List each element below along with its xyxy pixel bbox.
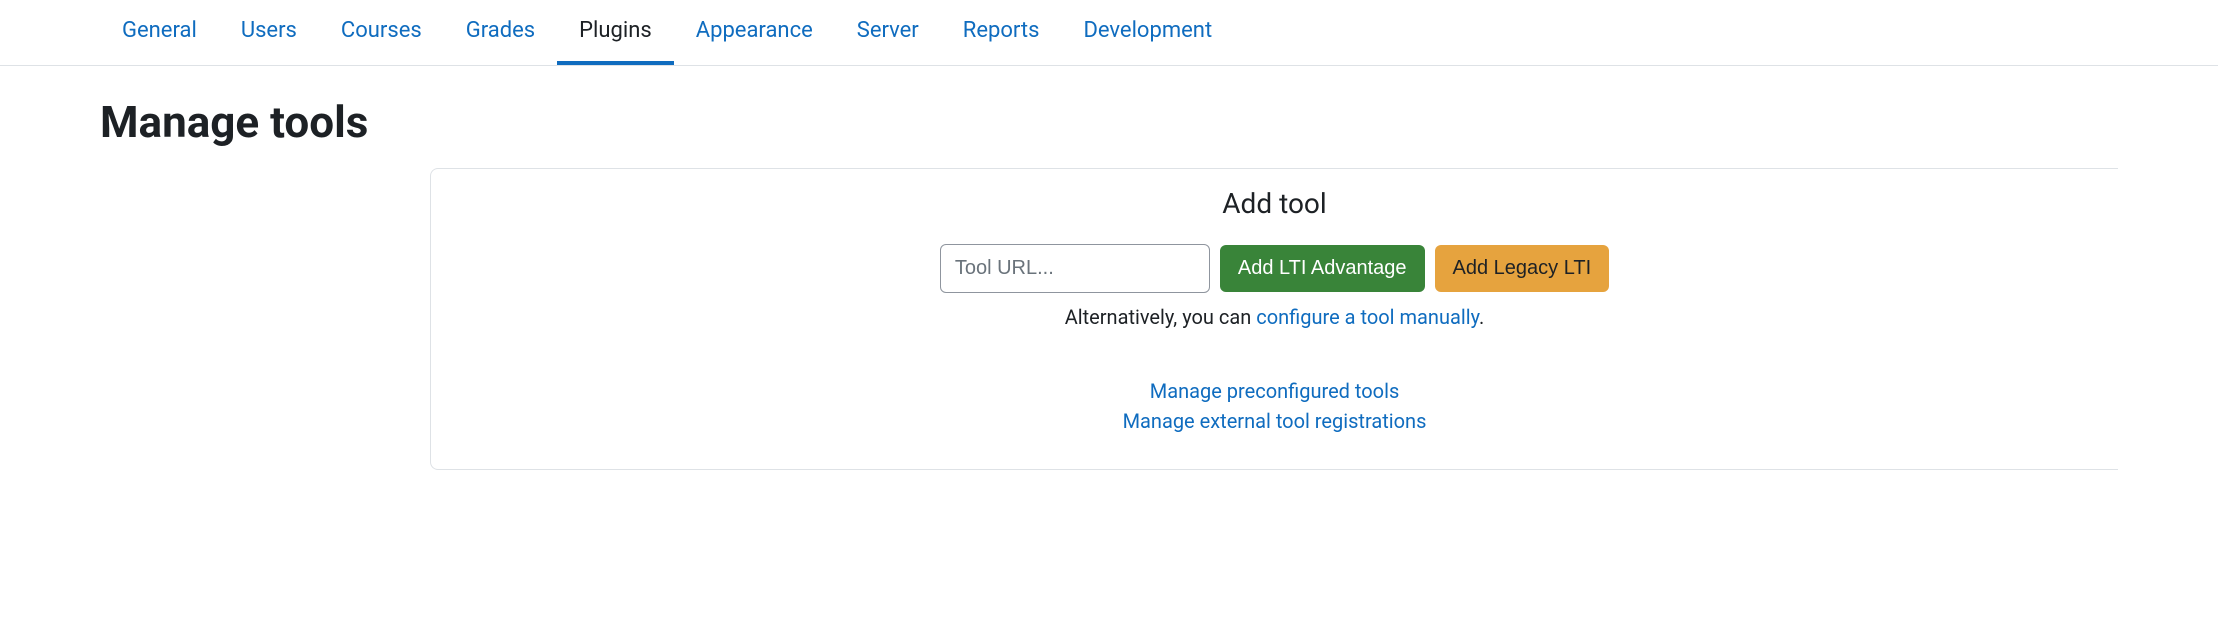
add-tool-form-row: Add LTI Advantage Add Legacy LTI [455, 244, 2094, 293]
manage-links: Manage preconfigured tools Manage extern… [455, 379, 2094, 433]
add-tool-panel: Add tool Add LTI Advantage Add Legacy LT… [430, 168, 2118, 470]
manage-external-tool-registrations-link[interactable]: Manage external tool registrations [455, 409, 2094, 433]
tab-server[interactable]: Server [835, 0, 941, 65]
configure-manually-link[interactable]: configure a tool manually [1256, 305, 1479, 329]
alt-text-suffix: . [1479, 305, 1484, 329]
tab-appearance[interactable]: Appearance [674, 0, 835, 65]
tab-plugins[interactable]: Plugins [557, 0, 674, 65]
panel-title: Add tool [455, 187, 2094, 220]
alternative-text: Alternatively, you can configure a tool … [455, 305, 2094, 329]
tab-reports[interactable]: Reports [941, 0, 1062, 65]
tab-users[interactable]: Users [219, 0, 319, 65]
page-title: Manage tools [100, 96, 2118, 148]
add-legacy-lti-button[interactable]: Add Legacy LTI [1435, 245, 1610, 292]
nav-tabs: General Users Courses Grades Plugins App… [0, 0, 2218, 66]
alt-text-prefix: Alternatively, you can [1065, 305, 1257, 329]
tool-url-input[interactable] [940, 244, 1210, 293]
tab-general[interactable]: General [100, 0, 219, 65]
tab-grades[interactable]: Grades [444, 0, 557, 65]
add-lti-advantage-button[interactable]: Add LTI Advantage [1220, 245, 1425, 292]
manage-preconfigured-tools-link[interactable]: Manage preconfigured tools [455, 379, 2094, 403]
tab-development[interactable]: Development [1061, 0, 1234, 65]
content: Manage tools Add tool Add LTI Advantage … [0, 66, 2218, 470]
tab-courses[interactable]: Courses [319, 0, 444, 65]
